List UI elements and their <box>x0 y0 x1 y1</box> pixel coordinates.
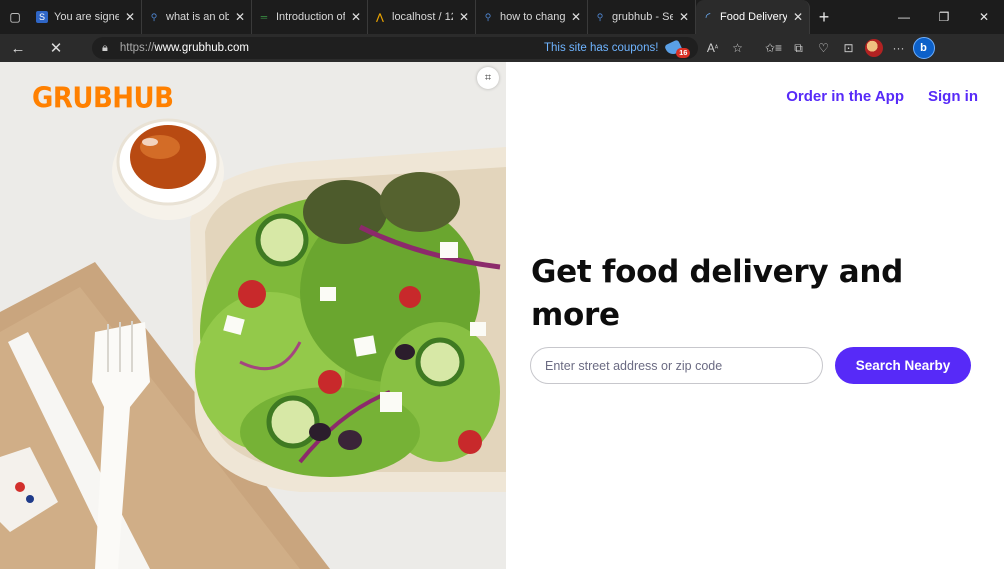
new-tab-button[interactable]: + <box>810 0 838 34</box>
close-tab-icon[interactable]: ✕ <box>351 10 361 24</box>
coupon-tag-icon[interactable]: 16 <box>664 39 691 58</box>
visual-search-icon[interactable]: ⌗ <box>477 67 499 89</box>
browser-tab[interactable]: ⚲ grubhub - Sea ✕ <box>588 0 696 34</box>
browser-tab[interactable]: ⋀ localhost / 127. ✕ <box>368 0 476 34</box>
search-favicon-icon: ⚲ <box>484 11 492 22</box>
browser-tab-strip: ▢ S You are signed ✕ ⚲ what is an obje ✕… <box>0 0 1004 34</box>
close-tab-icon[interactable]: ✕ <box>793 10 803 24</box>
coupons-notice[interactable]: This site has coupons! 16 <box>544 37 691 59</box>
more-options-icon[interactable]: ··· <box>886 34 911 62</box>
s-favicon-icon: S <box>36 11 48 23</box>
close-tab-icon[interactable]: ✕ <box>679 10 689 24</box>
browser-tab[interactable]: S You are signed ✕ <box>30 0 142 34</box>
tab-actions-icon[interactable]: ▢ <box>0 0 30 34</box>
search-nearby-button[interactable]: Search Nearby <box>835 347 971 384</box>
window-controls: — ❐ ✕ <box>884 0 1004 34</box>
restore-icon[interactable]: ❐ <box>924 0 964 34</box>
loading-spinner-icon: ◜ <box>705 10 711 24</box>
close-tab-icon[interactable]: ✕ <box>459 10 469 24</box>
screenshot-icon[interactable]: ⊡ <box>836 34 861 62</box>
stop-loading-icon[interactable]: ✕ <box>42 34 70 62</box>
phpmyadmin-favicon-icon: ⋀ <box>376 11 384 22</box>
read-aloud-icon[interactable]: Aᴬ <box>700 34 725 62</box>
page-favicon-icon: ═ <box>260 12 268 22</box>
collections-icon[interactable]: ⧉ <box>786 34 811 62</box>
header-nav: Order in the App Sign in <box>762 88 978 105</box>
grubhub-logo[interactable]: GRUBHUB <box>32 83 174 115</box>
lock-icon[interactable]: 🔒︎ <box>102 42 108 55</box>
salad-illustration <box>0 62 506 569</box>
order-in-app-link[interactable]: Order in the App <box>786 88 904 105</box>
browser-essentials-icon[interactable]: ♡ <box>811 34 836 62</box>
hero-salad-image: GRUBHUB <box>0 62 506 569</box>
hero-headline: Get food delivery and more <box>531 254 904 333</box>
copilot-icon[interactable]: b <box>911 34 936 62</box>
browser-toolbar: ← ✕ 🔒︎ https://www.grubhub.com This site… <box>0 34 1004 62</box>
close-window-icon[interactable]: ✕ <box>964 0 1004 34</box>
favorite-star-icon[interactable]: ☆ <box>725 34 750 62</box>
close-tab-icon[interactable]: ✕ <box>571 10 581 24</box>
address-search-input[interactable] <box>530 347 823 384</box>
search-favicon-icon: ⚲ <box>596 11 604 22</box>
browser-tab[interactable]: ⚲ what is an obje ✕ <box>142 0 252 34</box>
profile-avatar[interactable] <box>861 34 886 62</box>
close-tab-icon[interactable]: ✕ <box>125 10 135 24</box>
favorites-list-icon[interactable]: ✩≡ <box>761 34 786 62</box>
back-arrow-icon[interactable]: ← <box>4 34 32 62</box>
browser-tab[interactable]: ═ Introduction of ✕ <box>252 0 368 34</box>
grubhub-landing-page: GRUBHUB ⌗ Order in the App Sign in Get f… <box>0 62 1004 569</box>
search-favicon-icon: ⚲ <box>150 11 158 22</box>
browser-tab-active[interactable]: ◜ Food Delivery | ✕ <box>696 0 810 34</box>
sign-in-link[interactable]: Sign in <box>928 88 978 105</box>
minimize-icon[interactable]: — <box>884 0 924 34</box>
close-tab-icon[interactable]: ✕ <box>235 10 245 24</box>
browser-tab[interactable]: ⚲ how to change ✕ <box>476 0 588 34</box>
toolbar-icons: Aᴬ ☆ ✩≡ ⧉ ♡ ⊡ ··· b <box>700 34 936 62</box>
